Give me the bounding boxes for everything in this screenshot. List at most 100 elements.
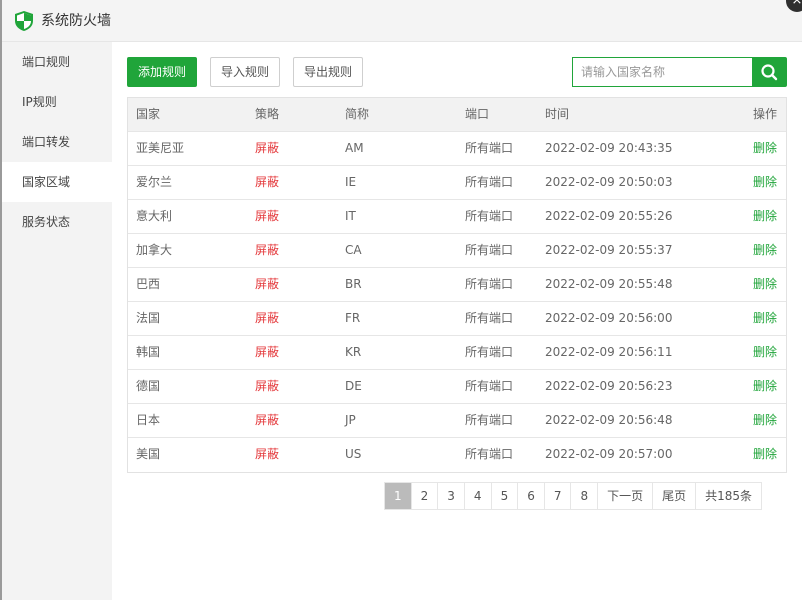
cell-time: 2022-02-09 20:43:35 [545, 141, 673, 155]
cell-code: KR [345, 345, 362, 359]
table-header: 国家 策略 简称 端口 时间 操作 [128, 98, 786, 132]
cell-policy: 屏蔽 [255, 311, 280, 325]
search-icon [761, 64, 778, 81]
cell-country: 亚美尼亚 [136, 141, 185, 155]
cell-time: 2022-02-09 20:50:03 [545, 175, 673, 189]
delete-link[interactable]: 删除 [753, 268, 777, 301]
page-6-button[interactable]: 6 [518, 483, 545, 509]
firewall-window: 系统防火墙 × 端口规则 IP规则 端口转发 国家区域 服务状态 添加规则 导入… [0, 0, 802, 600]
delete-link[interactable]: 删除 [753, 336, 777, 369]
page-7-button[interactable]: 7 [544, 483, 572, 509]
page-1-button[interactable]: 1 [385, 483, 412, 509]
add-rule-button[interactable]: 添加规则 [127, 57, 198, 87]
sidebar-item-country-region[interactable]: 国家区域 [2, 162, 112, 202]
cell-time: 2022-02-09 20:55:48 [545, 277, 673, 291]
main-content: 添加规则 导入规则 导出规则 国家 策略 简称 端口 时间 操作 亚美尼亚屏蔽A… [112, 42, 802, 600]
page-2-button[interactable]: 2 [411, 483, 439, 509]
delete-link[interactable]: 删除 [753, 200, 777, 233]
table-row: 美国 屏蔽 US 所有端口 2022-02-09 20:57:00 删除 [128, 438, 786, 472]
table-row: 亚美尼亚 屏蔽 AM 所有端口 2022-02-09 20:43:35 删除 [128, 132, 786, 166]
cell-code: FR [345, 311, 361, 325]
table-row: 加拿大 屏蔽 CA 所有端口 2022-02-09 20:55:37 删除 [128, 234, 786, 268]
cell-country: 德国 [136, 379, 161, 393]
page-4-button[interactable]: 4 [464, 483, 492, 509]
search-button[interactable] [752, 57, 787, 87]
shield-icon [15, 11, 33, 31]
cell-port: 所有端口 [465, 141, 514, 155]
header-policy: 策略 [255, 107, 280, 121]
page-8-button[interactable]: 8 [571, 483, 599, 509]
cell-port: 所有端口 [465, 175, 514, 189]
cell-port: 所有端口 [465, 209, 514, 223]
cell-code: AM [345, 141, 364, 155]
cell-country: 法国 [136, 311, 161, 325]
cell-country: 日本 [136, 413, 161, 427]
cell-code: DE [345, 379, 362, 393]
cell-code: US [345, 447, 362, 461]
cell-port: 所有端口 [465, 447, 514, 461]
cell-port: 所有端口 [465, 311, 514, 325]
table-row: 爱尔兰 屏蔽 IE 所有端口 2022-02-09 20:50:03 删除 [128, 166, 786, 200]
import-rule-button[interactable]: 导入规则 [210, 57, 281, 87]
delete-link[interactable]: 删除 [753, 370, 777, 403]
header-country: 国家 [136, 107, 161, 121]
sidebar-item-service-status[interactable]: 服务状态 [2, 202, 112, 242]
header-time: 时间 [545, 107, 570, 121]
page-5-button[interactable]: 5 [491, 483, 519, 509]
cell-code: CA [345, 243, 362, 257]
table-row: 意大利 屏蔽 IT 所有端口 2022-02-09 20:55:26 删除 [128, 200, 786, 234]
cell-time: 2022-02-09 20:55:26 [545, 209, 673, 223]
header-operation: 操作 [752, 107, 777, 121]
cell-code: IT [345, 209, 356, 223]
cell-code: JP [345, 413, 356, 427]
last-page-button[interactable]: 尾页 [653, 483, 697, 509]
cell-policy: 屏蔽 [255, 413, 280, 427]
cell-policy: 屏蔽 [255, 345, 280, 359]
country-search-input[interactable] [572, 57, 753, 87]
cell-port: 所有端口 [465, 379, 514, 393]
cell-country: 韩国 [136, 345, 161, 359]
cell-country: 意大利 [136, 209, 173, 223]
cell-time: 2022-02-09 20:55:37 [545, 243, 673, 257]
cell-policy: 屏蔽 [255, 379, 280, 393]
export-rule-button[interactable]: 导出规则 [293, 57, 364, 87]
sidebar-item-ip-rules[interactable]: IP规则 [2, 82, 112, 122]
cell-port: 所有端口 [465, 277, 514, 291]
delete-link[interactable]: 删除 [753, 234, 777, 267]
cell-port: 所有端口 [465, 243, 514, 257]
cell-time: 2022-02-09 20:56:00 [545, 311, 673, 325]
table-body: 亚美尼亚 屏蔽 AM 所有端口 2022-02-09 20:43:35 删除 爱尔兰 屏蔽 IE… [128, 132, 786, 472]
cell-policy: 屏蔽 [255, 243, 280, 257]
delete-link[interactable]: 删除 [753, 132, 777, 165]
cell-country: 巴西 [136, 277, 161, 291]
cell-port: 所有端口 [465, 413, 514, 427]
cell-time: 2022-02-09 20:57:00 [545, 447, 673, 461]
page-3-button[interactable]: 3 [438, 483, 465, 509]
title-bar: 系统防火墙 × [2, 0, 802, 42]
window-title: 系统防火墙 [41, 13, 111, 29]
cell-time: 2022-02-09 20:56:48 [545, 413, 673, 427]
delete-link[interactable]: 删除 [753, 302, 777, 335]
cell-policy: 屏蔽 [255, 447, 280, 461]
delete-link[interactable]: 删除 [753, 166, 777, 199]
country-rules-table: 国家 策略 简称 端口 时间 操作 亚美尼亚 屏蔽 AM 所有端口 2022-02-09… [127, 97, 787, 473]
cell-policy: 屏蔽 [255, 141, 280, 155]
cell-code: IE [345, 175, 357, 189]
sidebar-item-port-rules[interactable]: 端口规则 [2, 42, 112, 82]
table-row: 法国 屏蔽 FR 所有端口 2022-02-09 20:56:00 删除 [128, 302, 786, 336]
cell-port: 所有端口 [465, 345, 514, 359]
delete-link[interactable]: 删除 [753, 438, 777, 471]
sidebar-item-port-forward[interactable]: 端口转发 [2, 122, 112, 162]
cell-policy: 屏蔽 [255, 175, 280, 189]
cell-code: BR [345, 277, 362, 291]
next-page-button[interactable]: 下一页 [598, 483, 654, 509]
cell-policy: 屏蔽 [255, 209, 280, 223]
pagination: 1 2 3 4 5 6 7 8 下一页 尾页 共185条 [384, 482, 763, 510]
total-count: 共185条 [696, 483, 762, 509]
table-row: 日本 屏蔽 JP 所有端口 2022-02-09 20:56:48 删除 [128, 404, 786, 438]
close-button[interactable]: × [786, 0, 802, 12]
cell-time: 2022-02-09 20:56:11 [545, 345, 673, 359]
cell-time: 2022-02-09 20:56:23 [545, 379, 673, 393]
delete-link[interactable]: 删除 [753, 404, 777, 437]
table-row: 德国 屏蔽 DE 所有端口 2022-02-09 20:56:23 删除 [128, 370, 786, 404]
